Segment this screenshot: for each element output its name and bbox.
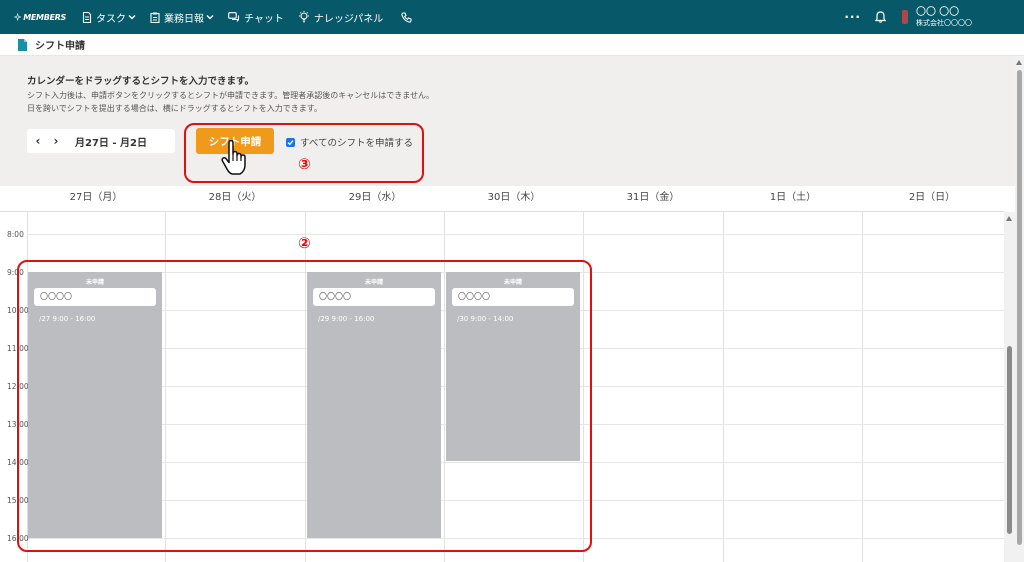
- date-range-navigator: ‹ › 月27日 - 月2日: [27, 129, 175, 153]
- day-header-30: 30日（木）: [487, 192, 541, 203]
- logo-icon: [14, 12, 22, 22]
- nav-knowledge-panel-label: ナレッジパネル: [313, 13, 384, 25]
- scrollbar-thumb[interactable]: [1007, 346, 1012, 534]
- grid-line: [27, 234, 1004, 235]
- grid-line: [862, 212, 863, 562]
- nav-phone[interactable]: [401, 11, 416, 23]
- day-header-28: 28日（火）: [208, 192, 262, 203]
- scroll-up-icon[interactable]: [1006, 216, 1012, 221]
- nav-tasks-label: タスク: [96, 13, 126, 25]
- annotation-marker-3: ③: [298, 155, 311, 173]
- page-document-icon: [18, 38, 27, 51]
- clipboard-icon: [150, 12, 160, 23]
- chevron-down-icon: [206, 15, 214, 20]
- instruction-text-2: 日を跨いでシフトを提出する場合は、横にドラッグするとシフトを入力できます。: [27, 104, 322, 113]
- day-header-29: 29日（水）: [348, 192, 402, 203]
- day-header-2: 2日（日）: [908, 192, 956, 203]
- day-header-31: 31日（金）: [626, 192, 680, 203]
- page-scrollbar[interactable]: [1015, 56, 1024, 562]
- calendar-header: 27日（月） 28日（火） 29日（水） 30日（木） 31日（金） 1日（土）…: [0, 186, 1004, 212]
- nav-chat[interactable]: チャット: [228, 10, 284, 25]
- bell-icon[interactable]: [875, 11, 886, 23]
- instruction-text-1: シフト入力後は、申請ボタンをクリックするとシフトが申請できます。管理者承認後のキ…: [27, 91, 434, 100]
- nav-tasks[interactable]: タスク: [82, 10, 136, 25]
- user-company: 株式会社〇〇〇〇: [916, 18, 972, 27]
- phone-icon: [401, 11, 412, 23]
- nav-daily-report-label: 業務日報: [164, 13, 204, 25]
- grid-line: [723, 212, 724, 562]
- instruction-heading: カレンダーをドラッグするとシフトを入力できます。: [27, 76, 255, 87]
- nav-knowledge-panel[interactable]: ナレッジパネル: [298, 10, 383, 25]
- nav-chat-label: チャット: [244, 13, 284, 25]
- next-week-button[interactable]: ›: [47, 134, 65, 148]
- calendar-scrollbar[interactable]: [1004, 212, 1015, 562]
- user-name: 〇〇 〇〇: [916, 6, 960, 18]
- top-navbar: MEMBERS タスク 業務日報 チャット ナレッジパネル ··· 〇〇 〇〇 …: [0, 0, 1024, 34]
- lightbulb-icon: [298, 11, 309, 23]
- app-logo[interactable]: MEMBERS: [14, 10, 66, 24]
- prev-week-button[interactable]: ‹: [29, 134, 47, 148]
- more-menu-icon[interactable]: ···: [844, 10, 861, 24]
- hand-pointer-icon: [221, 140, 246, 175]
- nav-daily-report[interactable]: 業務日報: [150, 10, 214, 25]
- scroll-up-icon[interactable]: [1016, 60, 1022, 65]
- annotation-marker-2: ②: [298, 234, 311, 252]
- avatar[interactable]: [902, 10, 908, 24]
- chevron-down-icon: [128, 15, 136, 20]
- page-title: シフト申請: [35, 41, 85, 52]
- instruction-panel: カレンダーをドラッグするとシフトを入力できます。 シフト入力後は、申請ボタンをク…: [0, 56, 1015, 186]
- scrollbar-thumb[interactable]: [1017, 70, 1022, 545]
- user-menu[interactable]: 〇〇 〇〇 株式会社〇〇〇〇: [916, 6, 972, 27]
- document-icon: [82, 11, 92, 23]
- date-range-label: 月27日 - 月2日: [75, 137, 147, 149]
- chat-icon: [228, 11, 240, 22]
- logo-text: MEMBERS: [23, 12, 66, 22]
- day-header-1: 1日（土）: [769, 192, 817, 203]
- page-header: シフト申請: [0, 34, 1024, 56]
- highlight-shift-area: [17, 260, 592, 552]
- day-header-27: 27日（月）: [69, 192, 123, 203]
- time-label: 8:00: [7, 230, 24, 239]
